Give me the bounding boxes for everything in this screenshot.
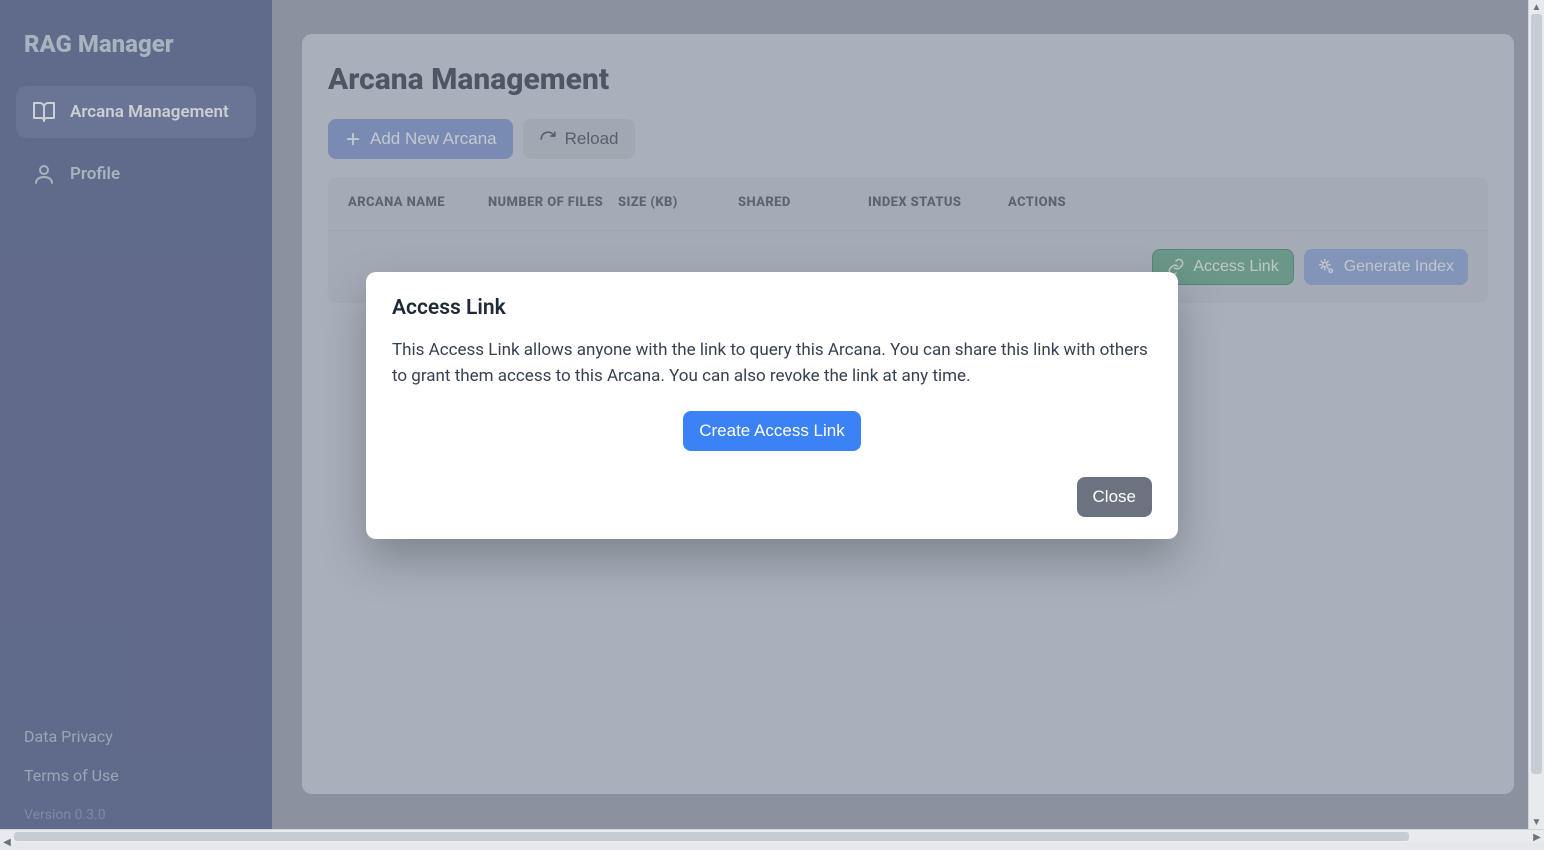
modal-title: Access Link <box>392 296 1152 320</box>
create-access-link-button[interactable]: Create Access Link <box>683 411 861 451</box>
modal-action-row: Create Access Link <box>392 411 1152 451</box>
app-root: RAG Manager Arcana Management Profile Da… <box>0 0 1544 843</box>
scroll-down-arrow-icon[interactable]: ▼ <box>1529 815 1544 829</box>
horizontal-scroll-thumb[interactable] <box>14 832 1409 841</box>
modal-footer: Close <box>392 477 1152 517</box>
button-label: Create Access Link <box>699 421 845 441</box>
access-link-modal: Access Link This Access Link allows anyo… <box>366 272 1178 539</box>
scroll-up-arrow-icon[interactable]: ▲ <box>1529 0 1544 14</box>
vertical-scroll-thumb[interactable] <box>1531 14 1542 774</box>
horizontal-scrollbar[interactable]: ◀ ▶ <box>0 829 1544 843</box>
vertical-scrollbar[interactable]: ▲ ▼ <box>1528 0 1544 829</box>
modal-overlay[interactable]: Access Link This Access Link allows anyo… <box>0 0 1544 843</box>
close-button[interactable]: Close <box>1077 477 1152 517</box>
scroll-right-arrow-icon[interactable]: ▶ <box>1530 830 1544 844</box>
button-label: Close <box>1093 487 1136 507</box>
modal-body-text: This Access Link allows anyone with the … <box>392 338 1152 389</box>
